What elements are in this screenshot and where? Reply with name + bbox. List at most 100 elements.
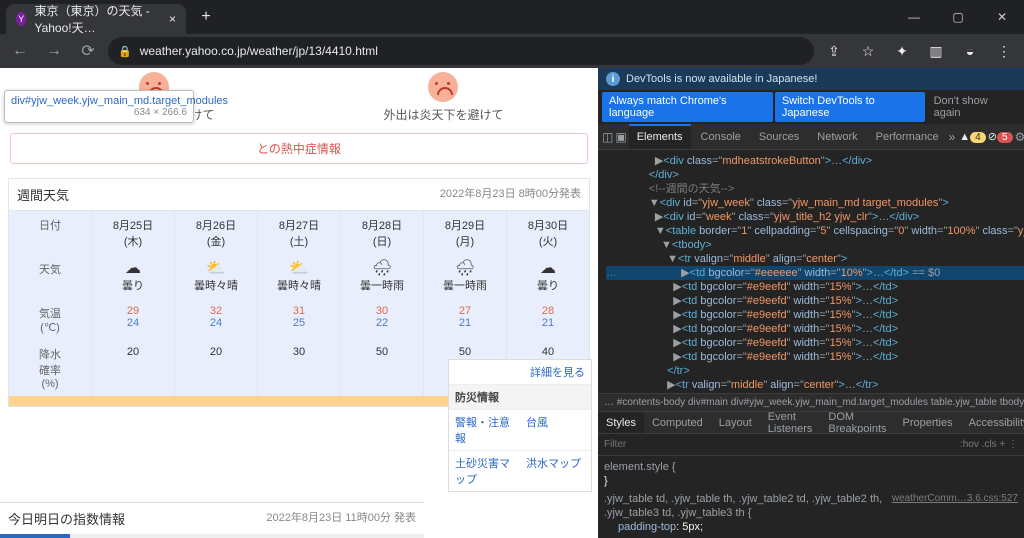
dom-node[interactable]: ▶<td bgcolor="#e9eefd" width="15%">…</td… [606,308,1024,322]
profile-icon[interactable]: ◒ [956,37,984,65]
error-badge[interactable]: ⊘5 [988,130,1013,143]
tooltip-selector: div#yjw_week.yjw_main_md.target_modules [11,95,187,107]
styles-tab-styles[interactable]: Styles [598,412,644,433]
dom-node[interactable]: … ▶<td bgcolor="#eeeeee" width="10%">…</… [606,266,1024,280]
forward-button[interactable]: → [40,37,68,65]
pop-cell: 30 [258,340,341,396]
link-landslide[interactable]: 土砂災害マップ [449,450,520,491]
wx-cell: ⛅曇時々晴 [258,255,341,299]
day-cell: 8月29日(月) [424,211,507,255]
devtools-tab-network[interactable]: Network [809,124,865,149]
lang-dismiss-button[interactable]: Don't show again [927,92,1020,122]
dom-node[interactable]: </div> [606,168,1024,182]
back-button[interactable]: ← [6,37,34,65]
row-label: 日付 [9,211,92,255]
styles-tab-computed[interactable]: Computed [644,417,711,429]
css-val[interactable]: 5px [682,521,700,533]
menu-icon[interactable]: ⋮ [990,37,1018,65]
temp-cell: 2924 [92,299,175,340]
dom-node[interactable]: ▶<td bgcolor="#e9eefd" width="15%">…</td… [606,336,1024,350]
warning-badge[interactable]: ▲4 [959,131,985,143]
devtools-tabstrip: ◫ ▣ ElementsConsoleSourcesNetworkPerform… [598,124,1024,150]
minimize-button[interactable]: ― [892,0,936,34]
weekly-timestamp: 2022年8月23日 8時00分発表 [440,185,581,204]
lang-always-button[interactable]: Always match Chrome's language [602,92,773,122]
devtools-tab-sources[interactable]: Sources [751,124,807,149]
details-link[interactable]: 詳細を見る [449,360,591,385]
disaster-header: 防災情報 [449,385,591,409]
dom-node[interactable]: ▶<td bgcolor="#e9eefd" width="15%">…</td… [606,322,1024,336]
elements-dom-tree[interactable]: ▶<div class="mdheatstrokeButton">…</div>… [598,150,1024,393]
lang-switch-button[interactable]: Switch DevTools to Japanese [775,92,925,122]
extensions-icon[interactable]: ✦ [888,37,916,65]
pop-cell: 20 [175,340,258,396]
devtools-tab-elements[interactable]: Elements [629,124,691,149]
wx-cell: 🌧曇一時雨 [424,255,507,299]
pop-cell: 20 [92,340,175,396]
dom-node[interactable]: <!--週間の天気--> [606,182,1024,196]
link-typhoon[interactable]: 台風 [520,409,591,450]
styles-filter-input[interactable] [604,439,684,450]
breadcrumb[interactable]: … #contents-body div#main div#yjw_week.y… [598,393,1024,411]
disaster-info-box: 詳細を見る 防災情報 警報・注意報台風 土砂災害マップ洪水マップ [448,359,592,492]
favicon-icon: Y [16,12,26,26]
styles-rules[interactable]: element.style { } weatherComm…3.6.css:52… [598,455,1024,538]
styles-tab-accessibility[interactable]: Accessibility [961,417,1024,429]
reading-list-icon[interactable]: ▥ [922,37,950,65]
dom-node[interactable]: ▶<div class="mdheatstrokeButton">…</div> [606,154,1024,168]
heat-warning-text: 外出は炎天下を避けて [383,106,503,123]
rule-selector: .yjw_table td, .yjw_table th, .yjw_table… [604,493,882,519]
index-title: 今日明日の指数情報 [8,509,125,528]
row-label: 天気 [9,255,92,299]
link-flood[interactable]: 洪水マップ [520,450,591,491]
dom-node[interactable]: ▶<div id="week" class="yjw_title_h2 yjw_… [606,210,1024,224]
dom-node[interactable]: ▼<table border="1" cellpadding="5" cells… [606,224,1024,238]
maximize-button[interactable]: ▢ [936,0,980,34]
styles-tab-properties[interactable]: Properties [894,417,960,429]
share-icon[interactable]: ⇪ [820,37,848,65]
day-cell: 8月25日(木) [92,211,175,255]
dom-node[interactable]: ▶<td bgcolor="#e9eefd" width="15%">…</td… [606,294,1024,308]
close-window-button[interactable]: ✕ [980,0,1024,34]
css-prop[interactable]: padding-top [618,521,676,533]
dom-node[interactable]: ▶<td bgcolor="#e9eefd" width="15%">…</td… [606,350,1024,364]
pop-cell: 50 [341,340,424,396]
page-viewport[interactable]: div#yjw_week.yjw_main_md.target_modules … [0,68,598,538]
heat-info-link[interactable]: との熱中症情報 [10,133,588,164]
row-label: 降水確率(%) [9,340,92,396]
styles-filter-bar: :hov .cls + ⋮ [598,433,1024,455]
devtools-tab-console[interactable]: Console [693,124,749,149]
devtools-tab-performance[interactable]: Performance [868,124,947,149]
tab-title: 東京（東京）の天気 - Yahoo!天… [34,2,169,36]
url-text: weather.yahoo.co.jp/weather/jp/13/4410.h… [140,44,378,58]
wx-cell: ⛅曇時々晴 [175,255,258,299]
tooltip-dimensions: 634 × 266.6 [11,107,187,118]
close-icon[interactable]: × [169,12,176,26]
dom-node[interactable]: ▼<tr valign="middle" align="center"> [606,252,1024,266]
settings-icon[interactable]: ⚙ [1015,130,1024,144]
styles-tab-dom-breakpoints[interactable]: DOM Breakpoints [820,411,894,435]
dom-node[interactable]: ▶<td bgcolor="#e9eefd" width="15%">…</td… [606,280,1024,294]
star-icon[interactable]: ☆ [854,37,882,65]
dom-node[interactable]: ▼<tbody> [606,238,1024,252]
styles-tab-layout[interactable]: Layout [711,417,760,429]
styles-tools[interactable]: :hov .cls + ⋮ [960,439,1018,450]
dom-node[interactable]: ▼<div id="yjw_week" class="yjw_main_md t… [606,196,1024,210]
device-toggle-icon[interactable]: ▣ [615,130,626,144]
browser-tab[interactable]: Y 東京（東京）の天気 - Yahoo!天… × [6,4,186,34]
dom-node[interactable]: </tr> [606,364,1024,378]
devtools-language-banner: i DevTools is now available in Japanese! [598,68,1024,90]
wx-cell: ☁曇り [507,255,589,299]
new-tab-button[interactable]: + [192,3,220,31]
rule-source-link[interactable]: weatherComm…3.6.css:527 [892,492,1018,506]
url-bar[interactable]: 🔒 weather.yahoo.co.jp/weather/jp/13/4410… [108,37,814,65]
link-warnings[interactable]: 警報・注意報 [449,409,520,450]
dom-node[interactable]: ▶<tr valign="middle" align="center">…</t… [606,378,1024,392]
banner-text: DevTools is now available in Japanese! [626,73,817,85]
more-tabs-icon[interactable]: » [949,130,956,144]
styles-tab-event-listeners[interactable]: Event Listeners [760,411,821,435]
reload-button[interactable]: ⟳ [74,37,102,65]
devtools-panel: i DevTools is now available in Japanese!… [598,68,1024,538]
inspect-element-icon[interactable]: ◫ [602,130,613,144]
index-info-section: 今日明日の指数情報 2022年8月23日 11時00分 発表 [0,502,424,538]
